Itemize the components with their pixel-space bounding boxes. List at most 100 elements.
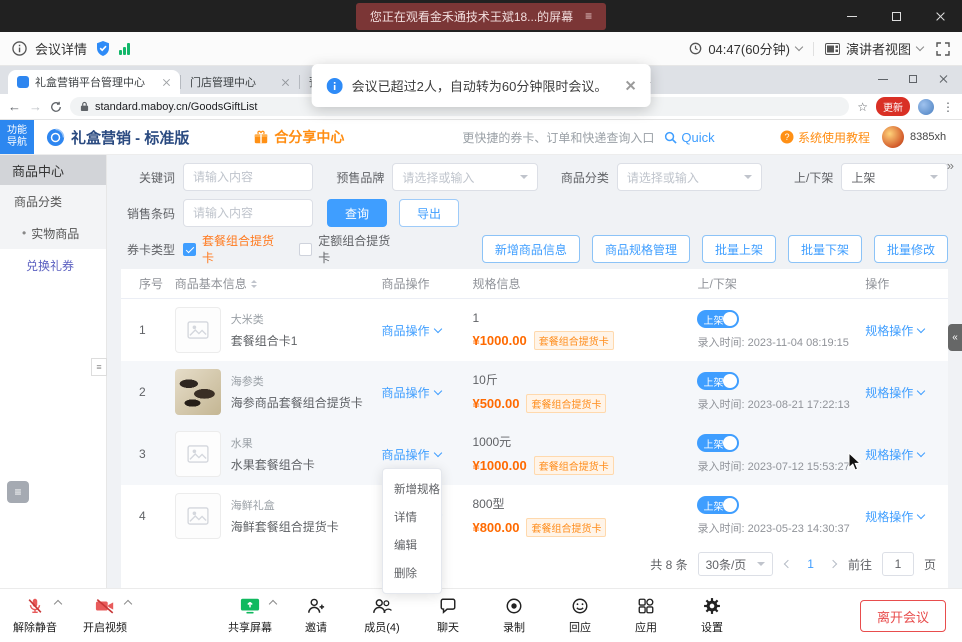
- leave-meeting-button[interactable]: 离开会议: [860, 600, 946, 632]
- shelf-toggle[interactable]: 上架: [697, 434, 739, 452]
- batch-off-shelf-button[interactable]: 批量下架: [788, 235, 862, 263]
- op-label: 商品操作: [382, 322, 430, 339]
- export-button[interactable]: 导出: [399, 199, 459, 227]
- right-panel-handle[interactable]: «: [948, 324, 962, 351]
- fullscreen-icon[interactable]: [936, 42, 950, 56]
- sidebar-item-gift-voucher[interactable]: 兑换礼券: [0, 249, 106, 281]
- search-button[interactable]: 查询: [327, 199, 387, 227]
- menu-item-add-spec[interactable]: 新增规格: [383, 475, 441, 503]
- maximize-button[interactable]: [874, 0, 918, 32]
- brand-select[interactable]: 请选择或输入: [392, 163, 537, 191]
- batch-on-shelf-button[interactable]: 批量上架: [702, 235, 776, 263]
- back-icon[interactable]: ←: [8, 100, 21, 113]
- spec-op-link[interactable]: 规格操作: [865, 508, 924, 525]
- tab-close-icon[interactable]: [162, 78, 171, 87]
- sidebar-mini-toggle-icon[interactable]: ≡: [91, 358, 107, 376]
- shelf-toggle[interactable]: 上架: [697, 496, 739, 514]
- checkbox-fixed-card[interactable]: 定额组合提货卡: [299, 232, 399, 266]
- close-icon[interactable]: [624, 80, 635, 91]
- unmute-button[interactable]: 解除静音: [8, 596, 62, 635]
- prev-page-button[interactable]: [783, 561, 793, 567]
- goto-page-input[interactable]: [882, 552, 914, 576]
- gift-icon: [253, 129, 269, 145]
- shelf-toggle[interactable]: 上架: [697, 372, 739, 390]
- add-product-button[interactable]: 新增商品信息: [482, 235, 580, 263]
- close-button[interactable]: [918, 0, 962, 32]
- apps-button[interactable]: 应用: [619, 596, 673, 635]
- current-page[interactable]: 1: [803, 557, 818, 571]
- spec-manage-button[interactable]: 商品规格管理: [592, 235, 690, 263]
- function-nav-button[interactable]: 功能 导航: [0, 120, 34, 154]
- view-switcher[interactable]: 演讲者视图: [825, 39, 923, 58]
- product-op-link-open[interactable]: 商品操作: [382, 446, 441, 463]
- chat-button[interactable]: 聊天: [421, 596, 475, 635]
- start-video-button[interactable]: 开启视频: [78, 596, 132, 635]
- share-center-link[interactable]: 合分享中心: [253, 127, 344, 147]
- notification-text: 会议已超过2人，自动转为60分钟限时会议。: [352, 76, 608, 95]
- tutorial-link[interactable]: ? 系统使用教程: [780, 129, 870, 146]
- op-label: 规格操作: [865, 384, 913, 401]
- header-label: 商品基本信息: [175, 275, 247, 292]
- browser-tab[interactable]: 门店管理中心: [181, 70, 299, 94]
- menu-item-delete[interactable]: 删除: [383, 559, 441, 587]
- shelf-toggle[interactable]: 上架: [697, 310, 739, 328]
- shelf-select[interactable]: 上架: [841, 163, 948, 191]
- user-avatar[interactable]: [882, 126, 904, 148]
- svg-text:?: ?: [784, 132, 789, 142]
- forward-icon[interactable]: →: [29, 100, 42, 113]
- invite-button[interactable]: 邀请: [289, 596, 343, 635]
- refresh-icon[interactable]: [50, 101, 62, 113]
- chevron-down-icon: [757, 562, 765, 570]
- batch-edit-button[interactable]: 批量修改: [874, 235, 948, 263]
- product-category: 大米类: [231, 311, 298, 327]
- product-op-link[interactable]: 商品操作: [382, 384, 441, 401]
- chevron-up-icon[interactable]: [124, 600, 132, 608]
- browser-menu-icon[interactable]: ⋮: [942, 100, 954, 114]
- product-op-link[interactable]: 商品操作: [382, 322, 441, 339]
- react-button[interactable]: 回应: [553, 596, 607, 635]
- spec-op-link[interactable]: 规格操作: [865, 322, 924, 339]
- barcode-input[interactable]: [183, 199, 313, 227]
- spec-op-link[interactable]: 规格操作: [865, 384, 924, 401]
- meeting-header-right: 04:47(60分钟) 演讲者视图: [689, 39, 950, 58]
- category-select[interactable]: 请选择或输入: [617, 163, 762, 191]
- meeting-details-control[interactable]: 会议详情: [12, 39, 87, 58]
- next-page-button[interactable]: [828, 561, 838, 567]
- quick-search-link[interactable]: Quick: [664, 130, 714, 145]
- chevron-up-icon[interactable]: [269, 600, 277, 608]
- sidebar-item-product-category[interactable]: 商品分类: [0, 185, 106, 217]
- share-screen-button[interactable]: 共享屏幕: [223, 596, 277, 635]
- minimize-button[interactable]: [830, 0, 874, 32]
- sidebar-item-physical-goods[interactable]: • 实物商品: [0, 217, 106, 249]
- collapse-panel-icon[interactable]: »: [947, 158, 952, 173]
- minimize-icon: [847, 16, 857, 17]
- sidebar-item-label: 实物商品: [31, 225, 79, 242]
- browser-minimize-button[interactable]: [868, 66, 898, 92]
- record-button[interactable]: 录制: [487, 596, 541, 635]
- sidebar-section-product-center[interactable]: 商品中心: [0, 155, 106, 185]
- timer-control[interactable]: 04:47(60分钟): [689, 39, 802, 58]
- bullet-icon: •: [22, 226, 26, 240]
- browser-close-button[interactable]: [928, 66, 958, 92]
- spec-op-link[interactable]: 规格操作: [865, 446, 924, 463]
- bookmark-star-icon[interactable]: ☆: [857, 100, 868, 114]
- chevron-up-icon[interactable]: [54, 600, 62, 608]
- browser-profile-avatar[interactable]: [918, 99, 934, 115]
- browser-update-button[interactable]: 更新: [876, 97, 910, 116]
- floating-list-icon[interactable]: ≡: [7, 481, 29, 503]
- tab-close-icon[interactable]: [281, 78, 290, 87]
- menu-item-detail[interactable]: 详情: [383, 503, 441, 531]
- page-size-select[interactable]: 30条/页: [698, 552, 774, 576]
- browser-tab-active[interactable]: 礼盒营销平台管理中心: [8, 70, 180, 94]
- menu-item-edit[interactable]: 编辑: [383, 531, 441, 559]
- sort-icon[interactable]: [251, 280, 257, 288]
- settings-button[interactable]: 设置: [685, 596, 739, 635]
- toolbar-label: 聊天: [437, 619, 459, 635]
- security-shield-icon[interactable]: [96, 41, 110, 56]
- checkbox-combo-card[interactable]: 套餐组合提货卡: [183, 232, 283, 266]
- keyword-input[interactable]: [183, 163, 313, 191]
- browser-maximize-button[interactable]: [898, 66, 928, 92]
- members-button[interactable]: 成员(4): [355, 596, 409, 635]
- close-icon: [935, 11, 946, 22]
- banner-menu-icon[interactable]: ≡: [585, 9, 592, 23]
